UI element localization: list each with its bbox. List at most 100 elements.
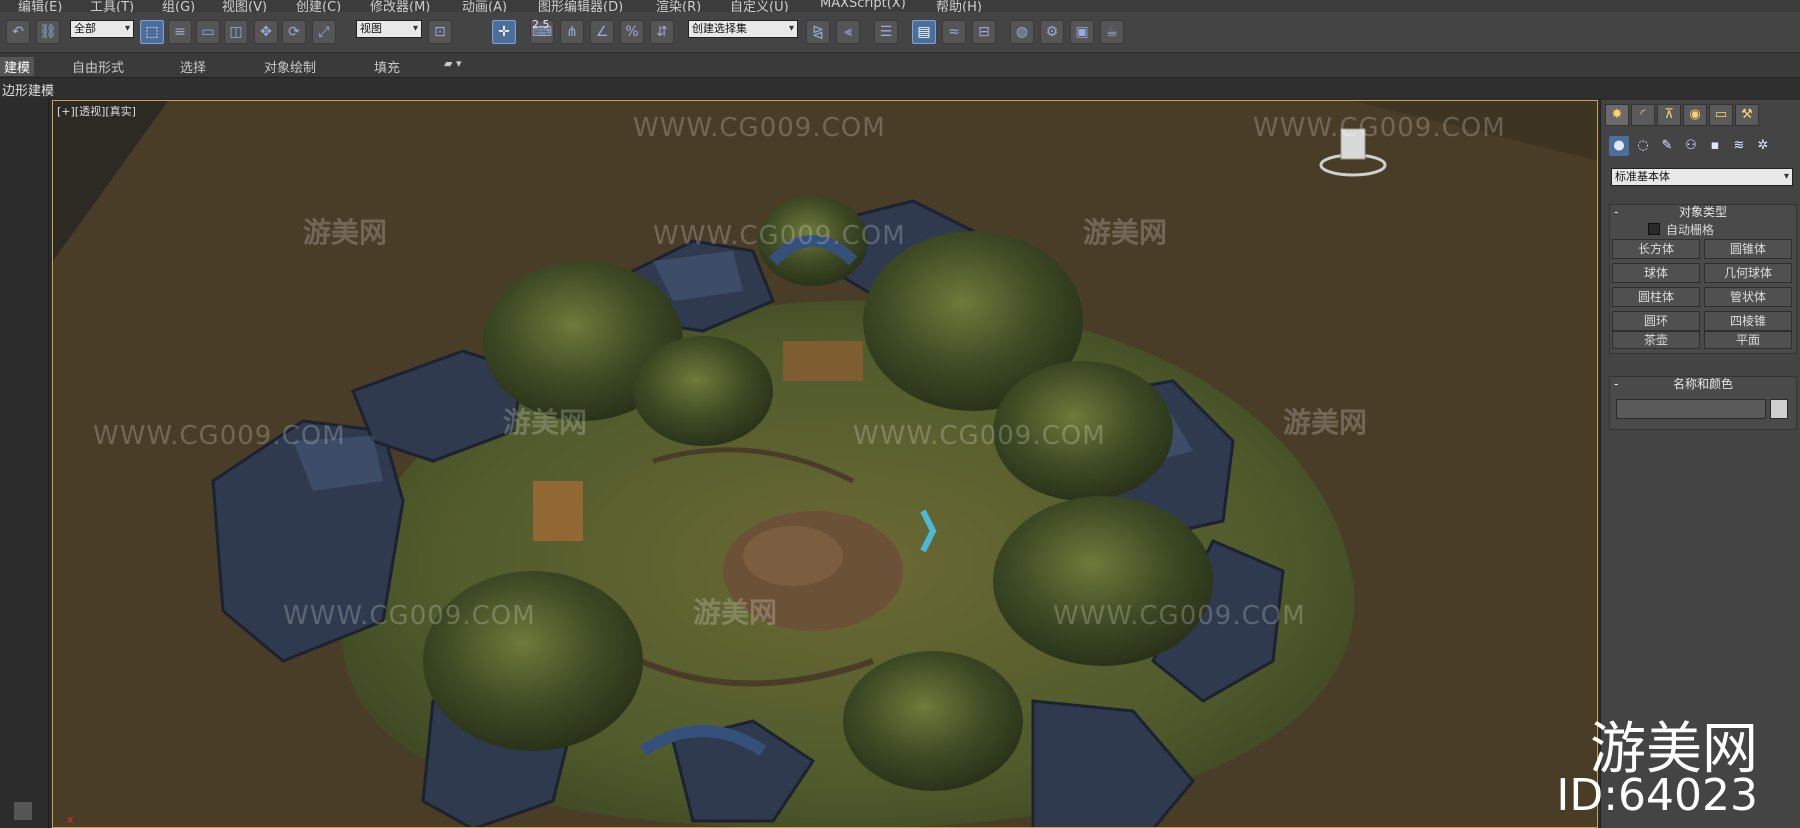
perspective-viewport[interactable]: x [+][透视][真实] 游美网 游美网 游美网 游美网 游美网 WWW.CG…	[52, 100, 1598, 828]
menu-help[interactable]: 帮助(H)	[936, 0, 982, 12]
motion-tab-icon[interactable]: ◉	[1683, 104, 1707, 126]
undo-icon[interactable]: ↶	[6, 20, 30, 44]
sphere-button[interactable]: 球体	[1612, 263, 1700, 283]
curve-editor-icon[interactable]: ≈	[942, 20, 966, 44]
watermark-brand: 游美网	[303, 216, 388, 249]
watermark-url: WWW.CG009.COM	[283, 601, 536, 631]
hierarchy-tab-icon[interactable]: ⊼	[1657, 104, 1681, 126]
menu-rendering[interactable]: 渲染(R)	[656, 0, 701, 12]
watermark-url: WWW.CG009.COM	[633, 113, 886, 143]
create-tab-icon[interactable]: ✸	[1605, 104, 1629, 126]
systems-icon[interactable]: ✲	[1753, 136, 1773, 156]
tab-object-paint[interactable]: 对象绘制	[264, 57, 316, 76]
utilities-tab-icon[interactable]: ⚒	[1735, 104, 1759, 126]
watermark-brand: 游美网	[1083, 216, 1168, 249]
geosphere-button[interactable]: 几何球体	[1704, 263, 1792, 283]
mirror-icon[interactable]: ⧎	[806, 20, 830, 44]
svg-text:x: x	[67, 813, 74, 826]
lights-icon[interactable]: ✎	[1657, 136, 1677, 156]
cone-button[interactable]: 圆锥体	[1704, 239, 1792, 259]
watermark-url: WWW.CG009.COM	[93, 421, 346, 451]
menu-graph-editors[interactable]: 图形编辑器(D)	[538, 0, 623, 12]
cameras-icon[interactable]: ⚇	[1681, 136, 1701, 156]
left-strip	[0, 99, 49, 828]
watermark-brand: 游美网	[693, 596, 778, 629]
autogrid-checkbox[interactable]	[1648, 223, 1660, 235]
spinner-snap-icon[interactable]: ⇵	[650, 20, 674, 44]
render-frame-icon[interactable]: ▣	[1070, 20, 1094, 44]
tab-freeform[interactable]: 自由形式	[72, 57, 124, 76]
object-type-header[interactable]: - 对象类型	[1610, 205, 1796, 219]
menu-bar: 编辑(E) 工具(T) 组(G) 视图(V) 创建(C) 修改器(M) 动画(A…	[0, 0, 1800, 12]
torus-button[interactable]: 圆环	[1612, 311, 1700, 331]
watermark-url: WWW.CG009.COM	[1253, 113, 1506, 143]
object-category-dropdown[interactable]: 标准基本体	[1611, 168, 1793, 186]
menu-customize[interactable]: 自定义(U)	[730, 0, 789, 12]
object-name-input[interactable]	[1616, 399, 1766, 419]
helpers-icon[interactable]: ▪	[1705, 136, 1725, 156]
scene-render: x	[53, 101, 1597, 827]
space-warps-icon[interactable]: ≋	[1729, 136, 1749, 156]
watermark-url: WWW.CG009.COM	[1053, 601, 1306, 631]
angle-snap-icon[interactable]: ∠	[590, 20, 614, 44]
viewport-nav-icon[interactable]	[14, 802, 32, 820]
rect-selection-icon[interactable]: ▭	[196, 20, 220, 44]
tab-populate[interactable]: 填充	[374, 57, 400, 76]
menu-views[interactable]: 视图(V)	[222, 0, 267, 12]
shapes-icon[interactable]: ◌	[1633, 136, 1653, 156]
object-type-rollout: - 对象类型 自动栅格 长方体 圆锥体 球体 几何球体 圆柱体 管状体 圆环 四棱…	[1609, 204, 1797, 354]
menu-animation[interactable]: 动画(A)	[462, 0, 507, 12]
menu-edit[interactable]: 编辑(E)	[18, 0, 62, 12]
reference-coordinate-dropdown[interactable]: 视图	[356, 20, 422, 38]
select-by-name-icon[interactable]: ≡	[168, 20, 192, 44]
menu-create[interactable]: 创建(C)	[296, 0, 341, 12]
snap-value: 2.5	[532, 18, 550, 31]
render-setup-icon[interactable]: ⚙	[1040, 20, 1064, 44]
menu-tools[interactable]: 工具(T)	[90, 0, 134, 12]
link-icon[interactable]: ⛓	[36, 20, 60, 44]
viewport-label[interactable]: [+][透视][真实]	[57, 103, 136, 119]
percent-snap-icon[interactable]: %	[620, 20, 644, 44]
move-icon[interactable]: ✥	[254, 20, 278, 44]
pyramid-button[interactable]: 四棱锥	[1704, 311, 1792, 331]
pivot-center-icon[interactable]: ⊡	[428, 20, 452, 44]
rotate-icon[interactable]: ⟳	[282, 20, 306, 44]
named-selection-dropdown[interactable]: 创建选择集	[688, 20, 798, 38]
plane-button[interactable]: 平面	[1704, 331, 1792, 349]
geometry-icon[interactable]: ●	[1609, 136, 1629, 156]
ribbon-options-icon[interactable]: ▰ ▾	[444, 57, 461, 70]
display-tab-icon[interactable]: ▭	[1709, 104, 1733, 126]
select-object-icon[interactable]: ⬚	[140, 20, 164, 44]
layer-manager-icon[interactable]: ☰	[874, 20, 898, 44]
box-button[interactable]: 长方体	[1612, 239, 1700, 259]
tube-button[interactable]: 管状体	[1704, 287, 1792, 307]
menu-group[interactable]: 组(G)	[162, 0, 195, 12]
align-icon[interactable]: ⫷	[836, 20, 860, 44]
watermark-url: WWW.CG009.COM	[653, 221, 906, 251]
menu-maxscript[interactable]: MAXScript(X)	[820, 0, 906, 11]
name-color-rollout: - 名称和颜色	[1609, 376, 1797, 430]
modify-tab-icon[interactable]: ◜	[1631, 104, 1655, 126]
polygon-modeling-label[interactable]: 边形建模	[2, 80, 54, 99]
tab-modeling[interactable]: 建模	[0, 57, 35, 76]
selection-filter-dropdown[interactable]: 全部	[70, 20, 134, 38]
scale-icon[interactable]: ⤢	[312, 20, 336, 44]
id-watermark: ID:64023	[1556, 770, 1758, 821]
object-color-swatch[interactable]	[1770, 399, 1788, 419]
schematic-view-icon[interactable]: ⊟	[972, 20, 996, 44]
tab-selection[interactable]: 选择	[180, 57, 206, 76]
ribbon-toggle-icon[interactable]: ▤	[912, 20, 936, 44]
select-manipulate-icon[interactable]: ✛	[492, 20, 516, 44]
ribbon-tabs: 建模 自由形式 选择 对象绘制 填充 ▰ ▾	[0, 53, 1800, 78]
main-toolbar: ↶ ⛓ 全部 ⬚ ≡ ▭ ◫ ✥ ⟳ ⤢ 视图 ⊡ ✛ ⌨ ⋔ 2.5 ∠ % …	[0, 12, 1800, 53]
watermark-brand: 游美网	[503, 406, 588, 439]
teapot-button[interactable]: 茶壶	[1612, 331, 1700, 349]
cylinder-button[interactable]: 圆柱体	[1612, 287, 1700, 307]
render-production-icon[interactable]: ☕	[1100, 20, 1124, 44]
ribbon-panel-bar: 边形建模	[0, 78, 1800, 99]
name-color-header[interactable]: - 名称和颜色	[1610, 377, 1796, 391]
material-editor-icon[interactable]: ◍	[1010, 20, 1034, 44]
menu-modifiers[interactable]: 修改器(M)	[370, 0, 430, 12]
snap-toggle-icon[interactable]: ⋔	[560, 20, 584, 44]
window-crossing-icon[interactable]: ◫	[224, 20, 248, 44]
